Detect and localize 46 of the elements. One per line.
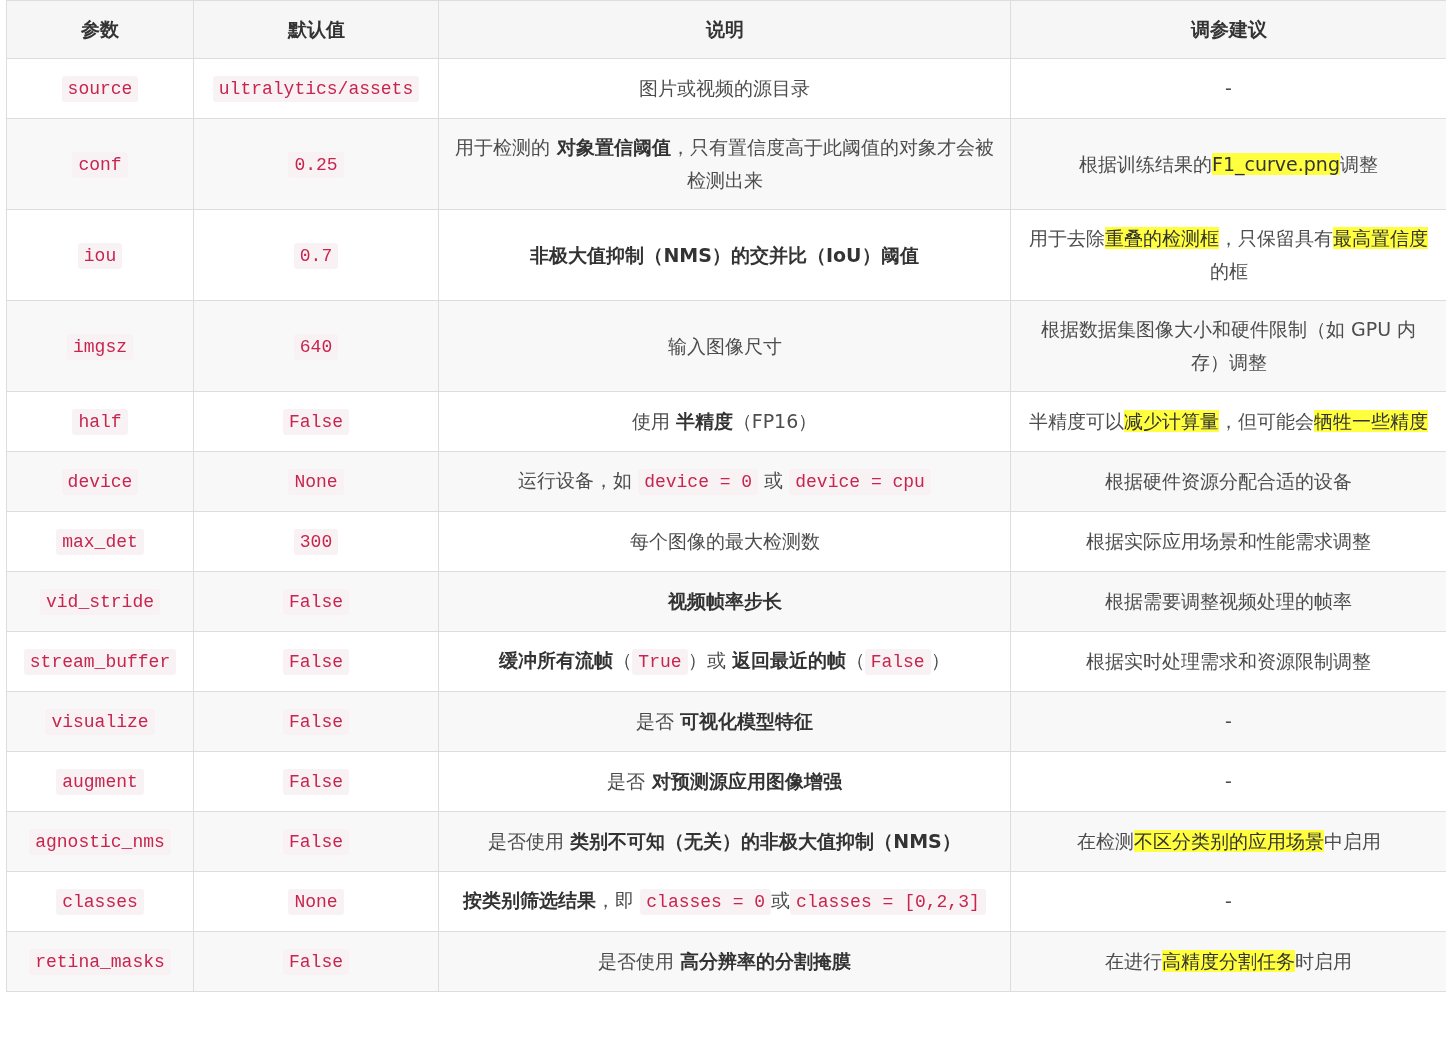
table-cell: 每个图像的最大检测数	[438, 511, 1011, 572]
table-cell: 图片或视频的源目录	[438, 58, 1011, 119]
table-cell: False	[193, 751, 439, 812]
table-cell: 640	[193, 300, 439, 392]
table-cell: 使用 半精度（FP16）	[438, 391, 1011, 452]
table-cell: 0.25	[193, 118, 439, 210]
table-cell: max_det	[6, 511, 194, 572]
table-cell: 输入图像尺寸	[438, 300, 1011, 392]
table-cell: classes	[6, 871, 194, 932]
table-cell: 是否 对预测源应用图像增强	[438, 751, 1011, 812]
table-cell: False	[193, 691, 439, 752]
table-cell: device	[6, 451, 194, 512]
table-cell: conf	[6, 118, 194, 210]
table-cell: 是否使用 类别不可知（无关）的非极大值抑制（NMS）	[438, 811, 1011, 872]
table-cell: 非极大值抑制（NMS）的交并比（IoU）阈值	[438, 209, 1011, 301]
table-cell: False	[193, 811, 439, 872]
table-cell: False	[193, 571, 439, 632]
table-cell: 按类别筛选结果，即 classes = 0 或 classes = [0,2,3]	[438, 871, 1011, 932]
table-cell: False	[193, 931, 439, 992]
column-header: 说明	[438, 0, 1011, 59]
table-cell: 是否 可视化模型特征	[438, 691, 1011, 752]
table-cell: False	[193, 391, 439, 452]
table-cell: None	[193, 871, 439, 932]
table-cell: source	[6, 58, 194, 119]
table-cell: retina_masks	[6, 931, 194, 992]
table-cell: ultralytics/assets	[193, 58, 439, 119]
table-cell: 300	[193, 511, 439, 572]
table-cell: iou	[6, 209, 194, 301]
table-cell: augment	[6, 751, 194, 812]
column-header: 参数	[6, 0, 194, 59]
table-cell: 运行设备，如 device = 0 或 device = cpu	[438, 451, 1011, 512]
column-header: 默认值	[193, 0, 439, 59]
table-cell: 0.7	[193, 209, 439, 301]
table-cell: 缓冲所有流帧（ True ）或 返回最近的帧（ False ）	[438, 631, 1011, 692]
table-cell: None	[193, 451, 439, 512]
table-cell: 视频帧率步长	[438, 571, 1011, 632]
table-cell: 用于检测的 对象置信阈值，只有置信度高于此阈值的对象才会被检测出来	[438, 118, 1011, 210]
table-cell: vid_stride	[6, 571, 194, 632]
table-cell: 是否使用 高分辨率的分割掩膜	[438, 931, 1011, 992]
table-cell: imgsz	[6, 300, 194, 392]
table-cell: False	[193, 631, 439, 692]
column-header: 调参建议	[1010, 0, 1446, 59]
table-cell: agnostic_nms	[6, 811, 194, 872]
table-cell: stream_buffer	[6, 631, 194, 692]
table-cell: visualize	[6, 691, 194, 752]
table-cell: half	[6, 391, 194, 452]
